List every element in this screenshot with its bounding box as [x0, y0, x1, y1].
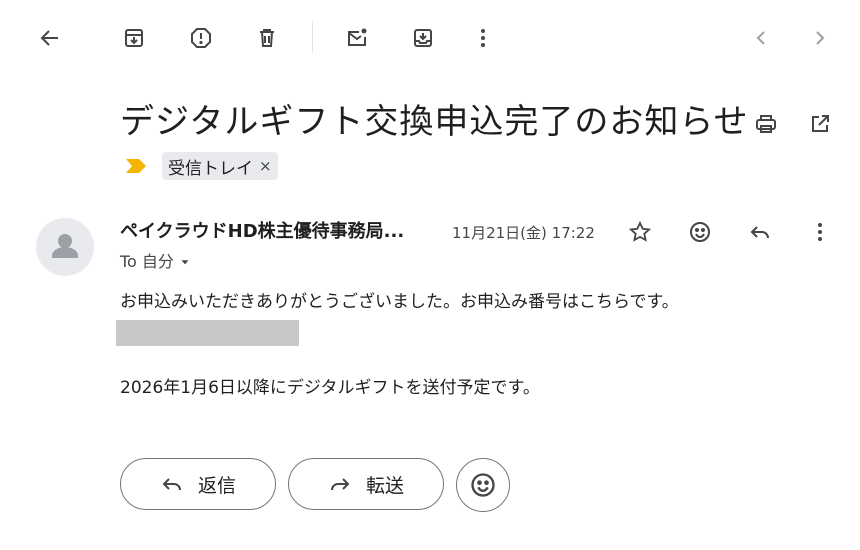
reply-icon-button[interactable] — [744, 216, 776, 248]
body-line-2: 2026年1月6日以降にデジタルギフトを送付予定です。 — [120, 378, 540, 398]
print-button[interactable] — [750, 108, 782, 140]
redacted-application-number — [116, 320, 299, 346]
mark-unread-button[interactable] — [341, 22, 373, 54]
sender-avatar — [36, 218, 94, 276]
archive-button[interactable] — [118, 22, 150, 54]
trash-icon — [260, 29, 274, 47]
toolbar-divider — [312, 21, 313, 53]
email-date: 11月21日(金) 17:22 — [452, 224, 595, 242]
remove-label-button[interactable]: × — [259, 157, 272, 175]
move-to-button[interactable] — [407, 22, 439, 54]
sender-name[interactable]: ペイクラウドHD株主優待事務局... — [120, 218, 404, 246]
chevron-left-icon — [756, 31, 765, 45]
reply-button[interactable]: 返信 — [120, 458, 276, 510]
forward-icon — [330, 478, 350, 491]
move-to-icon — [414, 29, 432, 47]
back-button[interactable] — [34, 22, 66, 54]
open-in-new-icon — [812, 115, 829, 132]
person-icon — [52, 234, 78, 258]
add-reaction-button[interactable] — [684, 216, 716, 248]
caret-down-icon — [181, 260, 189, 265]
emoji-icon — [471, 473, 495, 497]
emoji-reaction-button[interactable] — [456, 458, 510, 512]
more-vert-icon — [818, 223, 822, 241]
next-email-button[interactable] — [804, 22, 836, 54]
email-subject: デジタルギフト交換申込完了のお知らせ — [120, 102, 749, 142]
reply-icon — [750, 226, 769, 239]
open-new-window-button[interactable] — [804, 108, 836, 140]
chevron-right-icon — [816, 31, 825, 45]
star-button[interactable] — [624, 216, 656, 248]
importance-marker-icon[interactable] — [125, 158, 147, 178]
reply-button-label: 返信 — [197, 474, 236, 497]
recipient-text: To 自分 — [120, 252, 174, 271]
delete-button[interactable] — [251, 22, 283, 54]
label-chip-inbox: 受信トレイ × — [162, 152, 278, 180]
emoji-icon — [690, 222, 710, 242]
report-spam-button[interactable] — [185, 22, 217, 54]
reply-icon — [162, 478, 181, 491]
arrow-left-icon — [40, 30, 58, 46]
forward-button-label: 転送 — [365, 474, 404, 497]
more-vert-icon — [481, 29, 485, 47]
body-line-1: お申込みいただきありがとうございました。お申込み番号はこちらです。 — [120, 292, 679, 312]
print-icon — [756, 115, 776, 133]
message-more-button[interactable] — [804, 216, 836, 248]
recipient-details-toggle[interactable]: To 自分 — [120, 250, 192, 274]
previous-email-button[interactable] — [745, 22, 777, 54]
label-chip-text: 受信トレイ — [168, 158, 253, 179]
archive-icon — [125, 29, 143, 47]
star-icon — [628, 220, 652, 242]
forward-button[interactable]: 転送 — [288, 458, 444, 510]
more-button[interactable] — [467, 22, 499, 54]
mark-unread-icon — [348, 28, 367, 46]
report-spam-icon — [191, 28, 211, 48]
